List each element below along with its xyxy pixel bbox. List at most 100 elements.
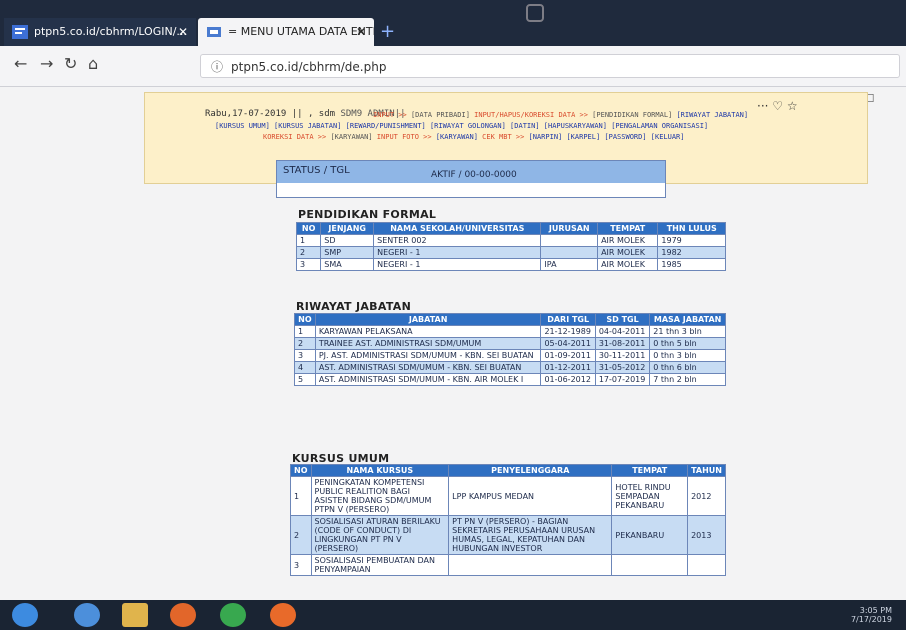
table-cell: AST. ADMINISTRASI SDM/UMUM - KBN. AIR MO… [314, 373, 542, 386]
table-header-row: NO JENJANG NAMA SEKOLAH/UNIVERSITAS JURUSAN… [295, 222, 726, 235]
menu-link[interactable]: [KARYAWAN] [436, 133, 482, 141]
menu-link: INPUT FOTO >> [376, 133, 436, 141]
file-explorer-icon[interactable] [122, 603, 148, 627]
ie-icon[interactable] [74, 603, 100, 627]
table-cell: PEKANBARU [611, 515, 689, 555]
media-player-icon[interactable] [170, 603, 196, 627]
column-header: NO [294, 313, 316, 326]
menu-link[interactable]: [DATA PRIBADI] [411, 111, 474, 119]
address-bar[interactable]: ⓘ ptpn5.co.id/cbhrm/de.php [200, 54, 900, 78]
table-cell: 0 thn 3 bln [649, 349, 726, 362]
start-button-icon[interactable] [12, 603, 38, 627]
tab-menu-utama[interactable]: = MENU UTAMA DATA ENTRY ✕ [198, 18, 374, 46]
column-header: TEMPAT [611, 464, 689, 477]
table-cell: 4 [294, 361, 316, 374]
table-row: 2 SOSIALISASI ATURAN BERILAKU (CODE OF CO… [290, 515, 726, 555]
column-header: TAHUN [687, 464, 726, 477]
table-cell: TRAINEE AST. ADMINISTRASI SDM/UMUM [314, 337, 542, 350]
column-header: NAMA SEKOLAH/UNIVERSITAS [373, 222, 542, 235]
home-icon[interactable]: ⌂ [88, 54, 98, 73]
table-header-row: NO JABATAN DARI TGL SD TGL MASA JABATAN [294, 313, 726, 326]
menu-link[interactable]: [PENGALAMAN ORGANISASI] [611, 122, 708, 130]
table-row: 3 SOSIALISASI PEMBUATAN DAN PENYAMPAIAN [290, 554, 726, 576]
menu-row-3: KOREKSI DATA >> [KARYAWAN] INPUT FOTO >>… [263, 133, 684, 141]
table-header-row: NO NAMA KURSUS PENYELENGGARA TEMPAT TAHUN [290, 464, 726, 477]
pendidikan-title: PENDIDIKAN FORMAL [298, 208, 437, 221]
tab-login[interactable]: ptpn5.co.id/cbhrm/LOGIN/... ✕ [4, 18, 196, 46]
menu-link[interactable]: [HAPUSKARYAWAN] [544, 122, 611, 130]
column-header: JURUSAN [540, 222, 599, 235]
table-cell: HOTEL RINDU SEMPADAN PEKANBARU [611, 476, 689, 516]
table-cell: PENINGKATAN KOMPETENSI PUBLIC REALITION … [310, 476, 450, 516]
column-header: MASA JABATAN [649, 313, 726, 326]
menu-link[interactable]: [DATIN] [510, 122, 544, 130]
table-cell: 2 [290, 515, 312, 555]
menu-link: KOREKSI DATA >> [263, 133, 331, 141]
table-cell: 31-05-2012 [594, 361, 651, 374]
firefox-icon[interactable] [270, 603, 296, 627]
menu-link[interactable]: [NARPIN] [529, 133, 567, 141]
close-icon[interactable]: ✕ [356, 18, 366, 46]
table-cell: 1 [290, 476, 312, 516]
table-cell: PT PN V (PERSERO) - BAGIAN SEKRETARIS PE… [448, 515, 613, 555]
menu-link: INPUT/HAPUS/KOREKSI DATA >> [474, 111, 593, 119]
table-cell [687, 554, 726, 576]
table-row: 1 KARYAWAN PELAKSANA 21-12-1989 04-04-2011 2… [294, 325, 726, 338]
menu-link[interactable]: [RIWAYAT JABATAN] [676, 111, 748, 119]
menu-link[interactable]: [KARYAWAN] [330, 133, 376, 141]
menu-link[interactable]: [KURSUS JABATAN] [274, 122, 346, 130]
system-tray[interactable]: 3:05 PM 7/17/2019 [851, 606, 892, 624]
table-row: 5 AST. ADMINISTRASI SDM/UMUM - KBN. AIR M… [294, 373, 726, 386]
kursus-table: NO NAMA KURSUS PENYELENGGARA TEMPAT TAHUN 1P… [290, 464, 726, 576]
table-cell: 3 [295, 258, 322, 271]
close-icon[interactable]: ✕ [178, 18, 188, 46]
reload-icon[interactable]: ↻ [64, 54, 77, 73]
tab-menu-utama-label: = MENU UTAMA DATA ENTRY [228, 25, 374, 38]
menu-link[interactable]: [PENDIDIKAN FORMAL] [592, 111, 676, 119]
table-cell: 21-12-1989 [540, 325, 596, 338]
tray-time: 3:05 PM [859, 606, 892, 615]
favicon-icon [12, 25, 28, 39]
jabatan-title: RIWAYAT JABATAN [296, 300, 412, 313]
column-header: TEMPAT [597, 222, 659, 235]
date-text: Rabu,17-07-2019 || , sdm [205, 109, 336, 119]
browser-tab-bar: ptpn5.co.id/cbhrm/LOGIN/... ✕ = MENU UTA… [0, 0, 906, 46]
back-icon[interactable]: ← [14, 54, 27, 73]
table-cell: 01-06-2012 [540, 373, 596, 386]
table-cell: 1979 [657, 234, 726, 247]
column-header: NAMA KURSUS [310, 464, 450, 477]
menu-link[interactable]: [KARPEL] [566, 133, 604, 141]
pendidikan-table: NO JENJANG NAMA SEKOLAH/UNIVERSITAS JURUSAN… [295, 222, 726, 271]
table-row: 2 SMP NEGERI - 1 AIR MOLEK 1982 [295, 246, 726, 259]
column-header: PENYELENGGARA [448, 464, 613, 477]
table-cell: 01-09-2011 [540, 349, 596, 362]
new-tab-button[interactable]: + [380, 18, 395, 46]
menu-link[interactable]: [REWARD/PUNISHMENT] [346, 122, 430, 130]
table-cell [540, 246, 599, 259]
column-header: NO [295, 222, 322, 235]
table-cell: SOSIALISASI PEMBUATAN DAN PENYAMPAIAN [310, 554, 450, 576]
page-actions-icons[interactable]: ··· ♡ ☆ [757, 99, 798, 113]
chrome-icon[interactable] [220, 603, 246, 627]
menu-link[interactable]: [RIWAYAT GOLONGAN] [430, 122, 510, 130]
info-icon[interactable]: ⓘ [211, 55, 223, 79]
table-cell: 1 [294, 325, 316, 338]
table-cell: 31-08-2011 [594, 337, 651, 350]
table-cell: 0 thn 5 bln [649, 337, 726, 350]
menu-row-2: [KURSUS UMUM] [KURSUS JABATAN] [REWARD/P… [215, 122, 708, 130]
table-cell: AIR MOLEK [597, 258, 659, 271]
table-cell: IPA [540, 258, 599, 271]
menu-row-1: INPUT >> [DATA PRIBADI] INPUT/HAPUS/KORE… [373, 111, 748, 119]
table-cell: PJ. AST. ADMINISTRASI SDM/UMUM - KBN. SE… [314, 349, 542, 362]
forward-icon[interactable]: → [40, 54, 53, 73]
menu-link[interactable]: [PASSWORD] [604, 133, 650, 141]
table-cell: 17-07-2019 [594, 373, 651, 386]
menu-link[interactable]: [KELUAR] [651, 133, 685, 141]
table-cell: NEGERI - 1 [373, 246, 542, 259]
status-label: STATUS / TGL [283, 165, 350, 176]
menu-link[interactable]: [KURSUS UMUM] [215, 122, 274, 130]
menu-link: INPUT >> [373, 111, 411, 119]
table-cell: 7 thn 2 bln [649, 373, 726, 386]
table-row: 1 PENINGKATAN KOMPETENSI PUBLIC REALITION… [290, 476, 726, 516]
table-cell [611, 554, 689, 576]
